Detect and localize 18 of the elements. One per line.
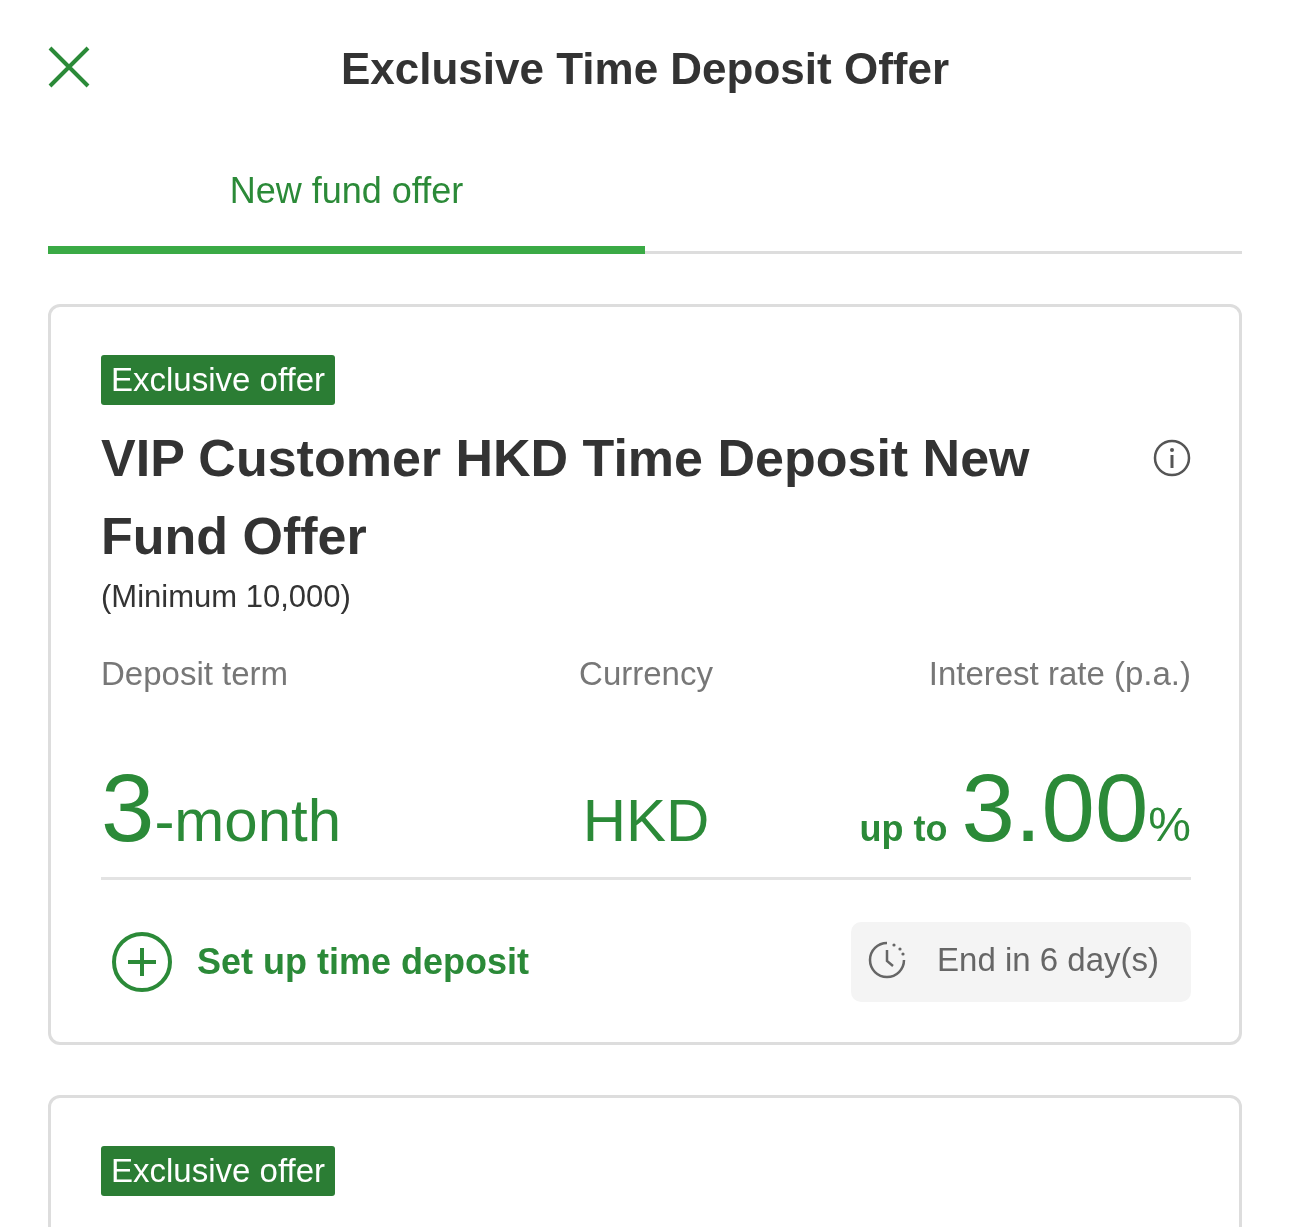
- offer-badge: Exclusive offer: [101, 1146, 335, 1196]
- info-icon[interactable]: [1153, 439, 1191, 477]
- interest-rate-value: up to 3.00%: [859, 753, 1191, 863]
- close-button[interactable]: [48, 46, 90, 88]
- offer-badge: Exclusive offer: [101, 355, 335, 405]
- plus-circle-icon: [111, 931, 173, 993]
- page-title: Exclusive Time Deposit Offer: [340, 44, 950, 94]
- clock-icon: [867, 940, 908, 980]
- countdown-chip: End in 6 day(s): [851, 922, 1191, 1002]
- deposit-term-value: 3-month: [101, 753, 343, 863]
- tab[interactable]: New fund offer: [48, 140, 645, 254]
- offer-title: VIP Customer HKD Time Deposit New Fund Offer: [101, 428, 1031, 567]
- column-label: Interest rate (p.a.): [928, 655, 1191, 693]
- minimum-amount: (Minimum 10,000): [101, 579, 352, 615]
- setup-deposit-button[interactable]: Set up time deposit: [101, 931, 530, 993]
- currency-value: HKD: [582, 786, 710, 855]
- column-label: Deposit term: [101, 655, 290, 693]
- column-label: Currency: [579, 655, 713, 693]
